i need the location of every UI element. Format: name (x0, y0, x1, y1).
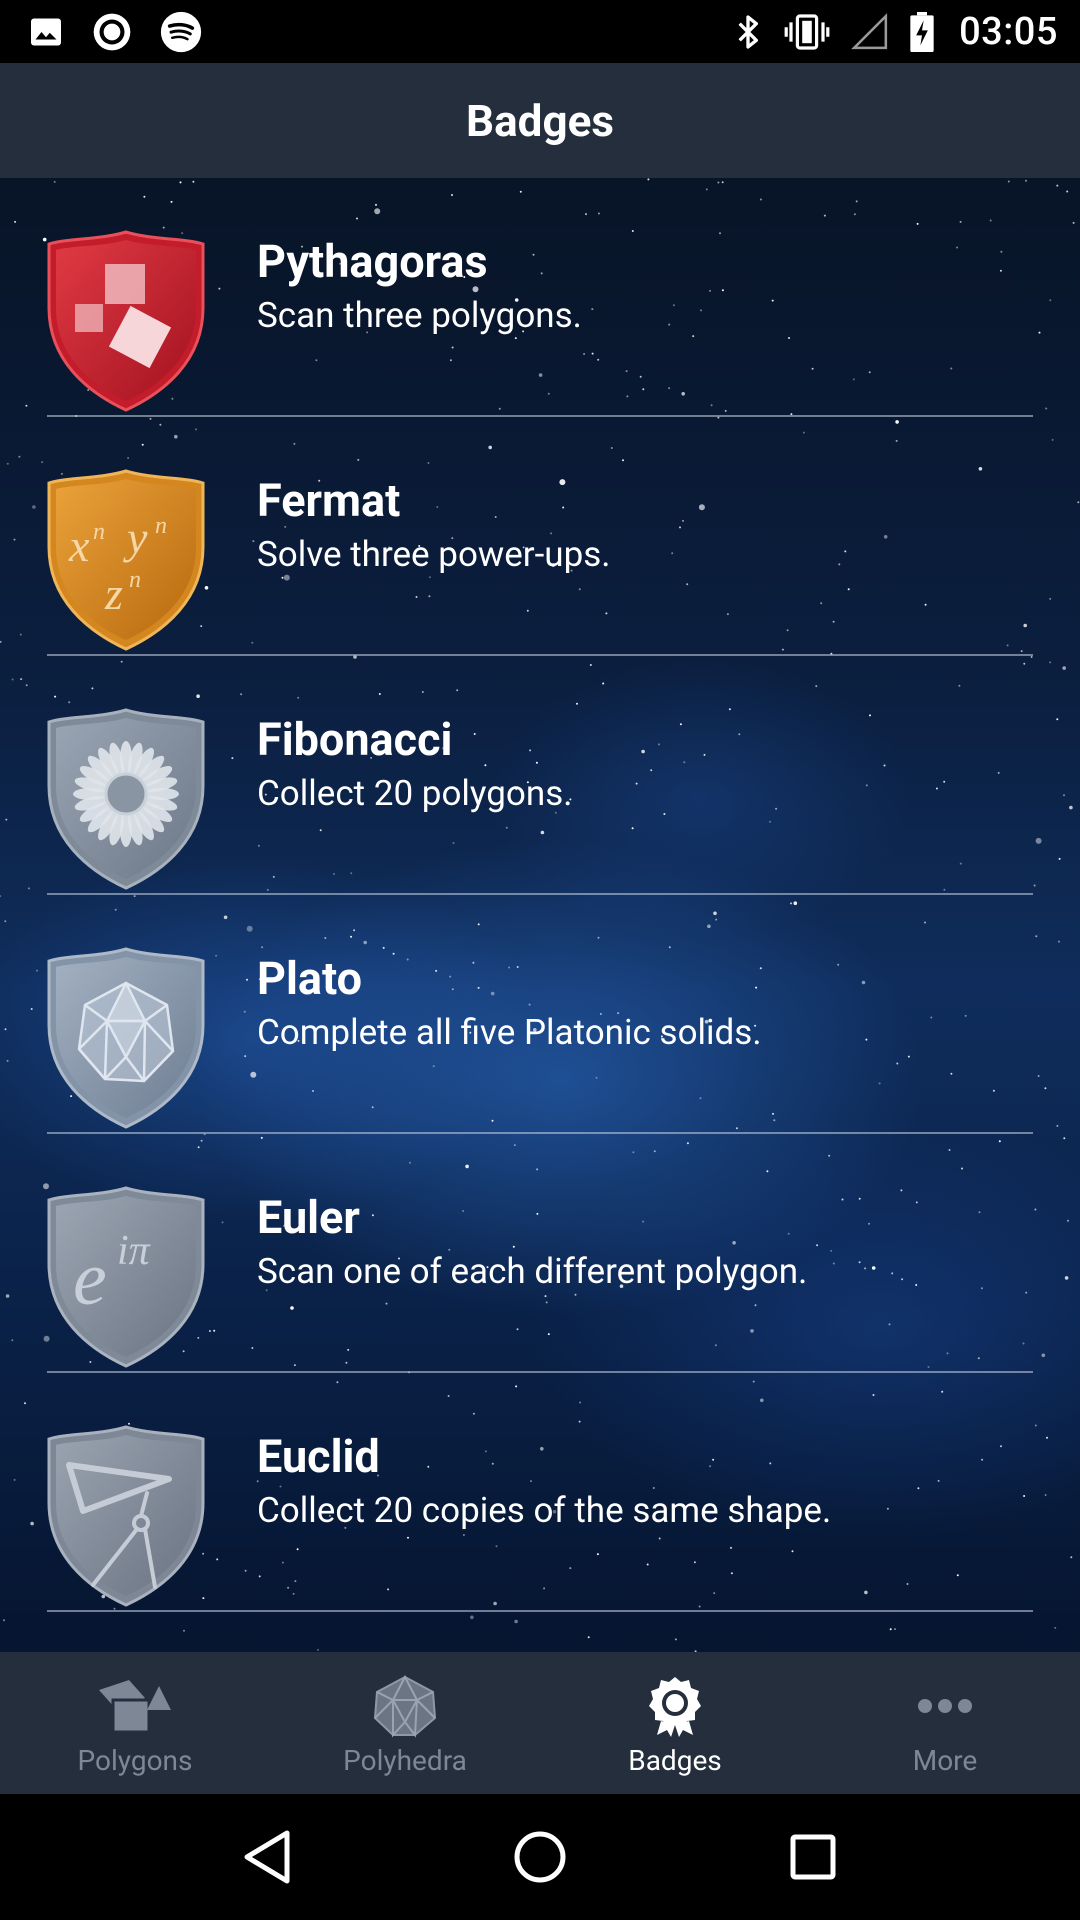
badge-row-fermat[interactable]: x n y n z n Fermat Solve three power-ups… (0, 417, 1080, 656)
nav-item-polygons[interactable]: Polygons (0, 1652, 270, 1794)
vibrate-icon (783, 12, 831, 52)
svg-text:n: n (155, 513, 167, 539)
badge-row-euclid[interactable]: Euclid Collect 20 copies of the same sha… (0, 1373, 1080, 1612)
nav-label: Polyhedra (343, 1744, 467, 1777)
signal-icon (851, 12, 889, 51)
badge-description: Complete all five Platonic solids. (257, 1012, 762, 1053)
badge-description: Scan three polygons. (257, 295, 582, 336)
fermat-shield-icon: x n y n z n (47, 469, 205, 651)
badge-list-container[interactable]: Pythagoras Scan three polygons. x n y n … (0, 178, 1080, 1652)
badge-name: Pythagoras (257, 235, 488, 288)
clock: 03:05 (959, 9, 1058, 54)
nav-label: More (912, 1744, 978, 1777)
plato-shield-icon (47, 947, 205, 1129)
svg-text:n: n (93, 519, 105, 545)
badge-description: Scan one of each different polygon. (257, 1251, 808, 1292)
nav-item-more[interactable]: More (810, 1652, 1080, 1794)
system-navigation-bar (0, 1794, 1080, 1920)
svg-text:e: e (73, 1237, 107, 1321)
badge-row-fibonacci[interactable]: Fibonacci Collect 20 polygons. (0, 656, 1080, 895)
battery-charging-icon (909, 11, 935, 52)
badge-row-pythagoras[interactable]: Pythagoras Scan three polygons. (0, 178, 1080, 417)
status-bar: 03:05 (0, 0, 1080, 63)
badge-icon (647, 1674, 703, 1738)
nav-label: Polygons (77, 1744, 193, 1777)
badge-name: Euler (257, 1191, 360, 1244)
nav-item-badges[interactable]: Badges (540, 1652, 810, 1794)
bottom-navigation: Polygons Polyhedra Badges More (0, 1652, 1080, 1794)
euclid-shield-icon (47, 1425, 205, 1607)
polyhedra-icon (371, 1674, 439, 1738)
bluetooth-icon (733, 12, 763, 52)
badge-row-euler[interactable]: e iπ Euler Scan one of each different po… (0, 1134, 1080, 1373)
page-title: Badges (466, 94, 614, 147)
badge-name: Plato (257, 952, 363, 1005)
polygons-icon (95, 1674, 175, 1738)
svg-text:iπ: iπ (117, 1228, 151, 1274)
image-icon (28, 14, 64, 50)
badge-name: Euclid (257, 1430, 380, 1483)
badge-description: Collect 20 polygons. (257, 773, 573, 814)
badge-name: Fibonacci (257, 713, 453, 766)
badge-name: Fermat (257, 474, 401, 527)
nav-item-polyhedra[interactable]: Polyhedra (270, 1652, 540, 1794)
more-dots-icon (917, 1674, 973, 1738)
svg-text:x: x (68, 520, 90, 571)
app-bar: Badges (0, 63, 1080, 178)
recents-icon[interactable] (773, 1817, 853, 1897)
euler-shield-icon: e iπ (47, 1186, 205, 1368)
svg-text:n: n (129, 567, 141, 593)
back-icon[interactable] (227, 1817, 307, 1897)
fibonacci-shield-icon (47, 708, 205, 890)
badge-description: Solve three power-ups. (257, 534, 611, 575)
pythagoras-shield-icon (47, 230, 205, 412)
spotify-icon (160, 11, 202, 53)
nav-label: Badges (628, 1744, 722, 1777)
svg-text:y: y (123, 512, 148, 563)
svg-text:z: z (104, 568, 123, 619)
badge-description: Collect 20 copies of the same shape. (257, 1490, 832, 1531)
badge-list: Pythagoras Scan three polygons. x n y n … (0, 178, 1080, 1612)
record-icon (92, 12, 132, 52)
home-icon[interactable] (500, 1817, 580, 1897)
badge-row-plato[interactable]: Plato Complete all five Platonic solids. (0, 895, 1080, 1134)
